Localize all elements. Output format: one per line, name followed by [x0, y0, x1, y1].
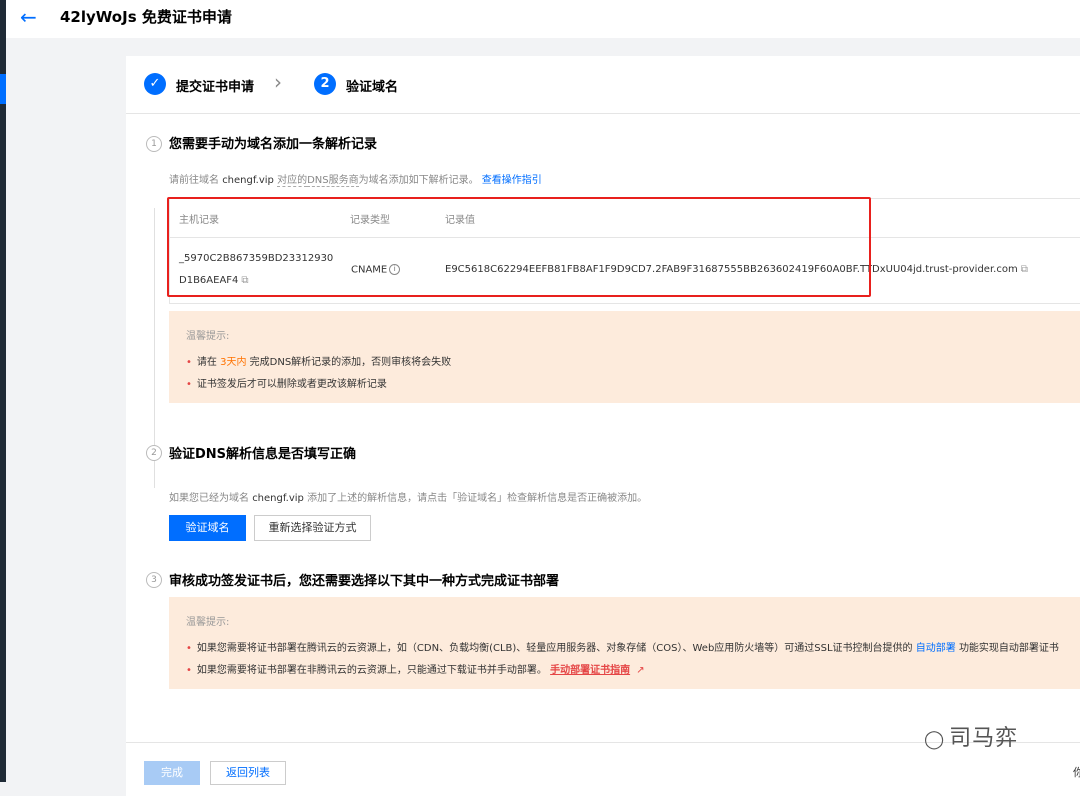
left-nav-active-indicator — [0, 74, 6, 104]
back-arrow-icon[interactable]: ← — [20, 5, 37, 29]
watermark: ◯ 司马弈 — [924, 726, 1019, 751]
reselect-method-button[interactable]: 重新选择验证方式 — [254, 515, 371, 541]
footer-cut-text: 你 — [1073, 766, 1080, 779]
domain-name: chengf.vip — [252, 493, 304, 504]
step-2-number: 2 — [314, 73, 336, 95]
section-2-description: 如果您已经为域名 chengf.vip 添加了上述的解析信息，请点击「验证域名」… — [169, 493, 648, 504]
section-1-title: 您需要手动为域名添加一条解析记录 — [169, 137, 378, 152]
tip-2-item-2: • 如果您需要将证书部署在非腾讯云的云资源上，只能通过下载证书并手动部署。 手动部… — [186, 665, 645, 676]
guide-link[interactable]: 查看操作指引 — [482, 175, 542, 186]
tip-box-2: 温馨提示: • 如果您需要将证书部署在腾讯云的云资源上，如（CDN、负载均衡(CL… — [169, 597, 1080, 689]
section-1-number: 1 — [146, 136, 162, 152]
step-1-label: 提交证书申请 — [176, 80, 255, 95]
section-3-number: 3 — [146, 572, 162, 588]
left-nav-strip — [0, 0, 6, 782]
wechat-icon: ◯ — [924, 729, 946, 750]
stepper: ✓ 提交证书申请 › 2 验证域名 — [126, 56, 1080, 114]
tip-1-title: 温馨提示: — [186, 331, 230, 342]
auto-deploy-link[interactable]: 自动部署 — [916, 643, 956, 654]
tip-1-item-1: • 请在 3天内 完成DNS解析记录的添加，否则审核将会失败 — [186, 357, 452, 368]
domain-name: chengf.vip — [222, 175, 274, 186]
main-card: ✓ 提交证书申请 › 2 验证域名 1 您需要手动为域名添加一条解析记录 请前往… — [126, 56, 1080, 796]
step-2-label: 验证域名 — [346, 80, 399, 95]
chevron-right-icon: › — [274, 70, 282, 94]
section-2-title: 验证DNS解析信息是否填写正确 — [169, 447, 357, 462]
verify-domain-button[interactable]: 验证域名 — [169, 515, 246, 541]
tip-2-title: 温馨提示: — [186, 617, 230, 628]
highlight-box — [167, 197, 871, 297]
step-1-check-icon: ✓ — [144, 73, 166, 95]
copy-icon[interactable]: ⧉ — [1021, 264, 1028, 275]
page-title: 42lyWoJs 免费证书申请 — [60, 8, 232, 26]
top-header: ← 42lyWoJs 免费证书申请 — [6, 0, 1080, 38]
tip-1-item-2: • 证书签发后才可以删除或者更改该解析记录 — [186, 379, 387, 390]
done-button[interactable]: 完成 — [144, 761, 200, 785]
section-3-title: 审核成功签发证书后，您还需要选择以下其中一种方式完成证书部署 — [169, 574, 560, 589]
tip-box-1: 温馨提示: • 请在 3天内 完成DNS解析记录的添加，否则审核将会失败 • 证书签… — [169, 311, 1080, 403]
tip-2-item-1: • 如果您需要将证书部署在腾讯云的云资源上，如（CDN、负载均衡(CLB)、轻量应… — [186, 643, 1059, 654]
back-to-list-button[interactable]: 返回列表 — [210, 761, 286, 785]
external-link-icon: ↗ — [636, 665, 645, 676]
section-2-number: 2 — [146, 445, 162, 461]
manual-deploy-guide-link[interactable]: 手动部署证书指南 — [550, 665, 630, 676]
section-1-description: 请前往域名 chengf.vip 对应的DNS服务商为域名添加如下解析记录。 查… — [169, 175, 542, 187]
